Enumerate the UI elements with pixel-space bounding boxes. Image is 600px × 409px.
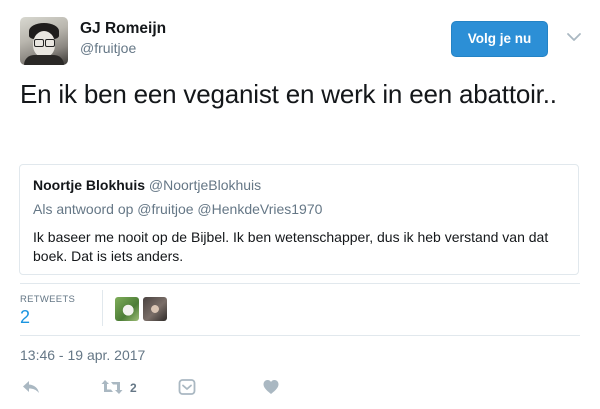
reply-prefix: Als antwoord op: [33, 201, 134, 217]
quoted-tweet[interactable]: Noortje Blokhuis @NoortjeBlokhuis Als an…: [19, 164, 579, 275]
reply-context: Als antwoord op @fruitjoe @HenkdeVries19…: [33, 201, 322, 217]
quoted-text: Ik baseer me nooit op de Bijbel. Ik ben …: [33, 229, 549, 264]
quoted-author[interactable]: Noortje Blokhuis @NoortjeBlokhuis: [33, 177, 261, 193]
retweeter-avatar[interactable]: [115, 297, 139, 321]
follow-button[interactable]: Volg je nu: [451, 21, 548, 57]
stats-divider: [102, 290, 103, 326]
divider: [20, 283, 580, 284]
avatar-glasses-right: [45, 39, 55, 47]
avatar-coat: [24, 55, 64, 65]
avatar-glasses-left: [34, 39, 44, 47]
reply-to-link-1[interactable]: @fruitjoe: [137, 201, 193, 217]
tweet-timestamp[interactable]: 13:46 - 19 apr. 2017: [20, 347, 145, 363]
divider: [20, 335, 580, 336]
user-avatar[interactable]: [20, 17, 68, 65]
quoted-author-name: Noortje Blokhuis: [33, 177, 146, 193]
quoted-author-handle: @NoortjeBlokhuis: [148, 177, 262, 193]
like-icon[interactable]: [262, 378, 280, 398]
retweeter-avatar[interactable]: [143, 297, 167, 321]
reply-icon[interactable]: [21, 378, 41, 398]
tweet-text: En ik ben een veganist en werk in een ab…: [20, 79, 557, 109]
retweets-count[interactable]: 2: [20, 307, 30, 328]
retweet-count: 2: [130, 381, 137, 395]
chevron-down-icon[interactable]: [566, 30, 582, 42]
retweets-label[interactable]: RETWEETS: [20, 294, 75, 305]
reply-to-link-2[interactable]: @HenkdeVries1970: [197, 201, 322, 217]
dm-icon[interactable]: [178, 378, 196, 398]
user-handle[interactable]: @fruitjoe: [80, 40, 136, 56]
retweet-icon[interactable]: [100, 378, 124, 398]
user-name[interactable]: GJ Romeijn: [80, 20, 166, 38]
